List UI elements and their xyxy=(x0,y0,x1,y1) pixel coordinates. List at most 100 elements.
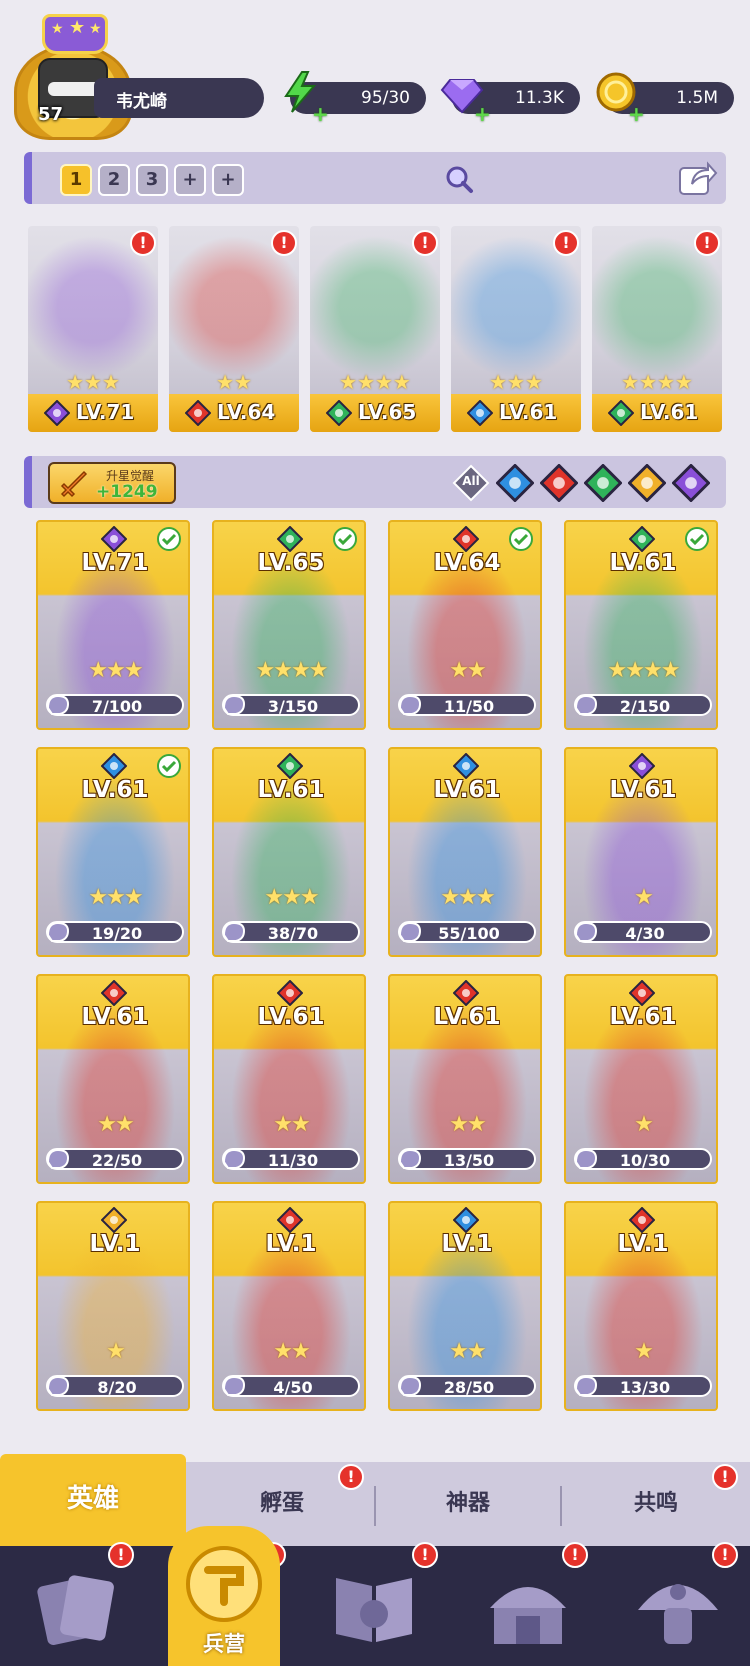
star-rating: ★★ xyxy=(273,1112,310,1137)
fire-element-icon xyxy=(276,979,304,1007)
filter-all[interactable]: All xyxy=(452,464,490,502)
add-gems-icon[interactable]: + xyxy=(474,102,491,126)
add-energy-icon[interactable]: + xyxy=(312,102,329,126)
hero-card[interactable]: LV.61 ★★★ 38/70 xyxy=(212,747,366,957)
hero-card[interactable]: LV.71 ★★★ 7/100 xyxy=(36,520,190,730)
team-slot[interactable]: ★★★ LV.61! xyxy=(451,226,581,432)
hero-level: LV.61 xyxy=(257,777,325,803)
water-element-icon xyxy=(466,399,494,427)
fragment-progress: 22/50 xyxy=(46,1148,184,1170)
nav-temple[interactable] xyxy=(480,1556,590,1656)
share-icon[interactable] xyxy=(676,158,718,198)
star-rating: ★★★ xyxy=(88,658,143,683)
gems-counter[interactable]: + 11.3K xyxy=(440,79,580,126)
fragment-count: 4/30 xyxy=(625,924,665,943)
dark-element-icon xyxy=(628,752,656,780)
team-slot[interactable]: ★★★★ LV.65! xyxy=(310,226,440,432)
hero-filter-bar: 升星觉醒 +1249 All xyxy=(24,456,726,508)
team-tab-2[interactable]: 2 xyxy=(98,164,130,196)
team-slot[interactable]: ★★★★ LV.61! xyxy=(592,226,722,432)
map-book-icon xyxy=(336,1578,412,1642)
fragment-count: 19/20 xyxy=(91,924,143,943)
upgrade-alert-badge: ! xyxy=(271,230,297,256)
fragment-count: 22/50 xyxy=(91,1151,143,1170)
barracks-icon xyxy=(186,1546,262,1622)
star-awaken-button[interactable]: 升星觉醒 +1249 xyxy=(48,462,176,504)
fragment-count: 55/100 xyxy=(438,924,500,943)
tab-artifacts[interactable]: 神器 xyxy=(376,1462,560,1546)
nav-barracks-label: 兵营 xyxy=(203,1632,245,1656)
team-tab-add-1[interactable]: + xyxy=(174,164,206,196)
nav-mushroom[interactable] xyxy=(630,1556,740,1656)
hero-level: LV.71 xyxy=(76,400,135,424)
hero-card[interactable]: LV.61 ★★★ 55/100 xyxy=(388,747,542,957)
filter-light-icon[interactable] xyxy=(627,463,667,503)
team-tab-3[interactable]: 3 xyxy=(136,164,168,196)
star-rating: ★ xyxy=(106,1339,126,1364)
hero-card[interactable]: LV.1 ★★ 28/50 xyxy=(388,1201,542,1411)
energy-value: 95/30 xyxy=(361,88,410,108)
nav-cards[interactable] xyxy=(28,1556,138,1656)
fire-element-icon xyxy=(276,1206,304,1234)
fragment-progress: 38/70 xyxy=(222,921,360,943)
hero-card[interactable]: LV.1 ★ 13/30 xyxy=(564,1201,718,1411)
deployed-check-icon xyxy=(156,753,182,779)
star-rating: ★★★★ xyxy=(621,370,693,394)
search-icon[interactable] xyxy=(444,164,474,194)
fragment-progress: 10/30 xyxy=(574,1148,712,1170)
top-bar: ★ ★ ★ 57 韦尤崎 + 95/30 + 11.3K + 1.5M xyxy=(0,0,750,140)
energy-counter[interactable]: + 95/30 xyxy=(284,71,426,126)
star-rating: ★★ xyxy=(449,658,486,683)
hero-level: LV.65 xyxy=(358,400,417,424)
hero-card[interactable]: LV.64 ★★ 11/50 xyxy=(388,520,542,730)
star-rating: ★ xyxy=(634,1112,654,1137)
hero-card[interactable]: LV.61 ★★ 13/50 xyxy=(388,974,542,1184)
crown-icon: ★ ★ ★ xyxy=(42,14,108,54)
fragment-progress: 13/50 xyxy=(398,1148,536,1170)
team-tab-add-2[interactable]: + xyxy=(212,164,244,196)
fire-element-icon xyxy=(452,525,480,553)
hero-card[interactable]: LV.61 ★★ 22/50 xyxy=(36,974,190,1184)
filter-all-label: All xyxy=(462,474,480,488)
filter-wind-icon[interactable] xyxy=(583,463,623,503)
hero-card[interactable]: LV.1 ★ 8/20 xyxy=(36,1201,190,1411)
hero-level: LV.71 xyxy=(81,550,149,576)
team-slot[interactable]: ★★★ LV.71! xyxy=(28,226,158,432)
player-name-pill[interactable]: 韦尤崎 xyxy=(94,78,264,118)
hero-card[interactable]: LV.61 ★ 10/30 xyxy=(564,974,718,1184)
sub-tab-bar: 英雄 孵蛋 神器 共鸣 ! ! xyxy=(0,1454,750,1546)
gems-value: 11.3K xyxy=(515,88,564,108)
hero-card[interactable]: LV.65 ★★★★ 3/150 xyxy=(212,520,366,730)
hero-card[interactable]: LV.1 ★★ 4/50 xyxy=(212,1201,366,1411)
tab-heroes[interactable]: 英雄 xyxy=(0,1454,186,1546)
wind-element-icon xyxy=(607,399,635,427)
team-tab-1[interactable]: 1 xyxy=(60,164,92,196)
add-gold-icon[interactable]: + xyxy=(628,102,645,126)
temple-icon xyxy=(490,1587,566,1644)
deployed-check-icon xyxy=(684,526,710,552)
star-rating: ★★ xyxy=(216,370,252,394)
fragment-count: 10/30 xyxy=(619,1151,671,1170)
hero-card[interactable]: LV.61 ★★ 11/30 xyxy=(212,974,366,1184)
fragment-progress: 8/20 xyxy=(46,1375,184,1397)
nav-map-book[interactable] xyxy=(326,1556,436,1656)
gold-counter[interactable]: + 1.5M xyxy=(596,72,734,126)
filter-water-icon[interactable] xyxy=(495,463,535,503)
fragment-count: 28/50 xyxy=(443,1378,495,1397)
fragment-progress: 19/20 xyxy=(46,921,184,943)
star-rating: ★ xyxy=(634,1339,654,1364)
hero-level: LV.1 xyxy=(441,1231,493,1257)
water-element-icon xyxy=(452,752,480,780)
star-rating: ★★★ xyxy=(88,885,143,910)
team-slot[interactable]: ★★ LV.64! xyxy=(169,226,299,432)
hero-level: LV.61 xyxy=(609,777,677,803)
star-rating: ★★ xyxy=(449,1339,486,1364)
nav-map-alert: ! xyxy=(412,1542,438,1568)
upgrade-alert-badge: ! xyxy=(412,230,438,256)
nav-barracks[interactable]: 兵营 xyxy=(168,1526,280,1666)
hero-card[interactable]: LV.61 ★★★ 19/20 xyxy=(36,747,190,957)
hero-card[interactable]: LV.61 ★ 4/30 xyxy=(564,747,718,957)
filter-fire-icon[interactable] xyxy=(539,463,579,503)
hero-card[interactable]: LV.61 ★★★★ 2/150 xyxy=(564,520,718,730)
filter-dark-icon[interactable] xyxy=(671,463,711,503)
